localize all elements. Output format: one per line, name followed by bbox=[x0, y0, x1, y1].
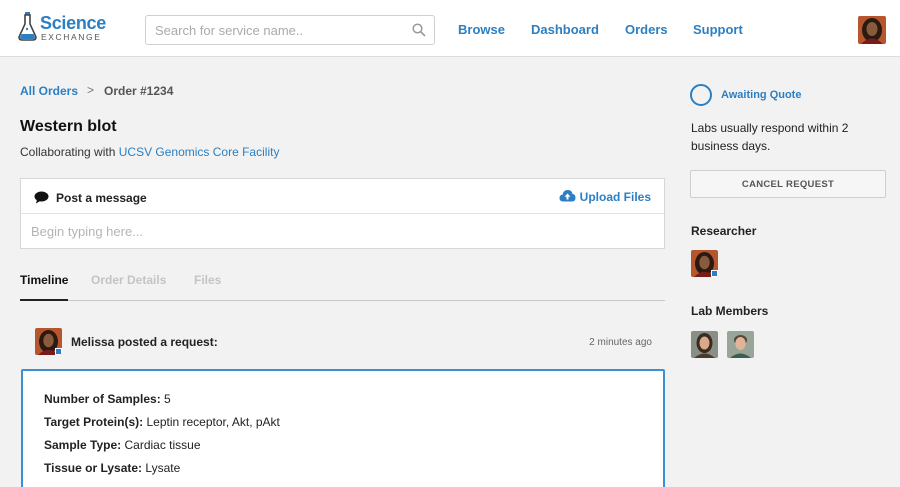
status-label: Awaiting Quote bbox=[721, 89, 802, 101]
search-box bbox=[145, 15, 435, 45]
field-value: Leptin receptor, Akt, pAkt bbox=[146, 415, 280, 429]
cancel-request-button[interactable]: CANCEL REQUEST bbox=[690, 170, 886, 198]
logo-text-science: Science bbox=[40, 13, 106, 33]
science-exchange-logo[interactable]: Science EXCHANGE bbox=[18, 11, 108, 45]
timeline-avatar[interactable] bbox=[35, 328, 62, 355]
status-note: Labs usually respond within 2 business d… bbox=[691, 121, 849, 153]
field-value: Cardiac tissue bbox=[124, 438, 201, 452]
logo-text-exchange: EXCHANGE bbox=[41, 32, 102, 42]
breadcrumb-separator: > bbox=[87, 83, 95, 97]
breadcrumb-all-orders[interactable]: All Orders bbox=[20, 84, 78, 98]
linkedin-badge-icon bbox=[55, 348, 62, 355]
nav-dashboard[interactable]: Dashboard bbox=[531, 22, 599, 37]
message-composer: Post a message Upload Files bbox=[20, 178, 665, 249]
post-message-label: Post a message bbox=[56, 191, 147, 205]
field-value: 5 bbox=[164, 392, 171, 406]
field-target-proteins: Target Protein(s): Leptin receptor, Akt,… bbox=[44, 415, 280, 429]
nav-orders[interactable]: Orders bbox=[625, 22, 668, 37]
top-header: Science EXCHANGE Browse Dashboard Orders… bbox=[0, 0, 900, 57]
tab-order-details[interactable]: Order Details bbox=[91, 273, 166, 287]
field-tissue-or-lysate: Tissue or Lysate: Lysate bbox=[44, 461, 180, 475]
field-number-of-samples: Number of Samples: 5 bbox=[44, 392, 171, 406]
collaborator-link[interactable]: UCSV Genomics Core Facility bbox=[119, 145, 280, 159]
field-label: Target Protein(s): bbox=[44, 415, 144, 429]
nav-browse[interactable]: Browse bbox=[458, 22, 505, 37]
collaboration-line: Collaborating with UCSV Genomics Core Fa… bbox=[20, 145, 279, 159]
message-input[interactable] bbox=[21, 215, 664, 248]
lab-member-portrait-icon bbox=[727, 331, 754, 358]
field-label: Number of Samples: bbox=[44, 392, 161, 406]
user-avatar[interactable] bbox=[858, 16, 886, 44]
field-value: Lysate bbox=[145, 461, 181, 475]
search-icon[interactable] bbox=[412, 23, 426, 37]
message-composer-header: Post a message Upload Files bbox=[21, 179, 664, 214]
lab-member-avatar[interactable] bbox=[727, 331, 754, 358]
timeline-timestamp: 2 minutes ago bbox=[589, 337, 652, 348]
field-label: Sample Type: bbox=[44, 438, 122, 452]
timeline-entry-text: Melissa posted a request: bbox=[71, 335, 218, 349]
researcher-avatar[interactable] bbox=[691, 250, 718, 277]
tabs-divider bbox=[20, 300, 665, 301]
request-details-card: Number of Samples: 5 Target Protein(s): … bbox=[21, 369, 665, 487]
tab-files[interactable]: Files bbox=[194, 273, 221, 287]
lab-members-heading: Lab Members bbox=[691, 304, 769, 318]
tab-timeline[interactable]: Timeline bbox=[20, 273, 68, 287]
user-portrait-icon bbox=[858, 16, 886, 44]
active-tab-indicator bbox=[20, 299, 68, 301]
field-sample-type: Sample Type: Cardiac tissue bbox=[44, 438, 201, 452]
flask-icon bbox=[18, 12, 37, 41]
lab-member-avatar[interactable] bbox=[691, 331, 718, 358]
cloud-upload-icon bbox=[559, 190, 576, 202]
page-title: Western blot bbox=[20, 118, 117, 135]
nav-support[interactable]: Support bbox=[693, 22, 743, 37]
field-label: Tissue or Lysate: bbox=[44, 461, 143, 475]
breadcrumb-current: Order #1234 bbox=[104, 84, 174, 98]
researcher-heading: Researcher bbox=[691, 224, 757, 238]
linkedin-badge-icon bbox=[711, 270, 718, 277]
upload-files-label: Upload Files bbox=[579, 190, 651, 204]
speech-bubble-icon bbox=[34, 191, 49, 204]
lab-member-portrait-icon bbox=[691, 331, 718, 358]
search-input[interactable] bbox=[146, 16, 406, 44]
upload-files-button[interactable]: Upload Files bbox=[559, 190, 651, 204]
collaborating-prefix: Collaborating with bbox=[20, 145, 116, 159]
status-circle-icon bbox=[690, 84, 712, 106]
